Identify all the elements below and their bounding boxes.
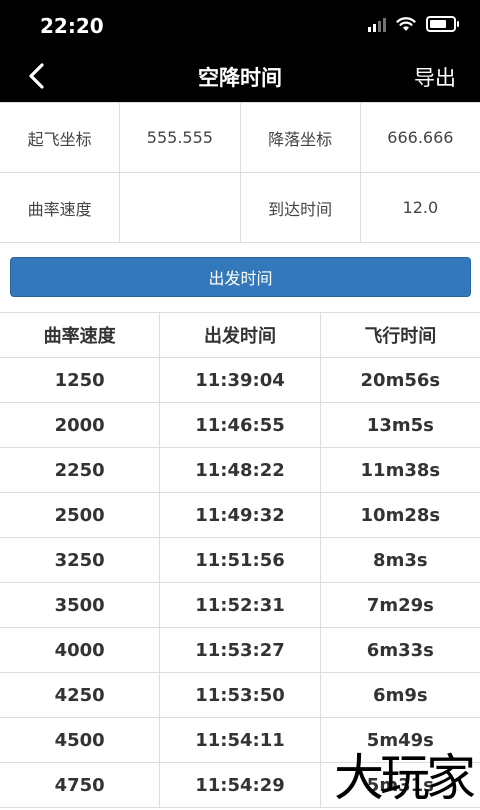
cell-departure-time: 11:54:11 bbox=[160, 718, 321, 762]
cell-flight-time: 6m33s bbox=[366, 639, 434, 661]
table-header: 曲率速度 出发时间 飞行时间 bbox=[0, 313, 480, 358]
signal-icon bbox=[368, 16, 386, 32]
info-grid: 起飞坐标 555.555 降落坐标 666.666 曲率速度 到达时间 12.0 bbox=[0, 102, 480, 243]
nav-bar: 空降时间 导出 bbox=[0, 50, 480, 102]
cell-curve-speed: 4000 bbox=[0, 628, 161, 672]
landing-value[interactable]: 666.666 bbox=[361, 103, 480, 172]
cell-curve-speed: 3250 bbox=[0, 538, 161, 582]
cell-curve-speed: 2500 bbox=[0, 493, 161, 537]
header-curve-speed: 曲率速度 bbox=[0, 313, 161, 357]
cell-flight-time: 10m28s bbox=[360, 504, 441, 526]
cell-flight-time: 6m9s bbox=[373, 684, 428, 706]
table-row: 2000 11:46:55 13m5s bbox=[0, 403, 480, 448]
table-row: 1250 11:39:04 20m56s bbox=[0, 358, 480, 403]
cell-departure-time: 11:52:31 bbox=[160, 583, 321, 627]
cell-departure-time: 11:48:22 bbox=[160, 448, 321, 492]
table-row: 2250 11:48:22 11m38s bbox=[0, 448, 480, 493]
cell-departure-time: 11:53:50 bbox=[160, 673, 321, 717]
cell-curve-speed: 3500 bbox=[0, 583, 161, 627]
cell-departure-time: 11:46:55 bbox=[160, 403, 321, 447]
cell-curve-speed: 2250 bbox=[0, 448, 161, 492]
cell-flight-time: 7m29s bbox=[366, 594, 434, 616]
cell-curve-speed: 1250 bbox=[0, 358, 161, 402]
cell-curve-speed: 2000 bbox=[0, 403, 161, 447]
cell-flight-time: 13m5s bbox=[366, 414, 434, 436]
status-icons bbox=[368, 16, 459, 32]
landing-label: 降落坐标 bbox=[241, 103, 361, 172]
takeoff-value[interactable]: 555.555 bbox=[120, 103, 241, 172]
table-row: 2500 11:49:32 10m28s bbox=[0, 493, 480, 538]
status-time: 22:20 bbox=[40, 14, 104, 38]
status-bar: 22:20 bbox=[0, 0, 480, 50]
header-flight-time: 飞行时间 bbox=[364, 326, 437, 347]
export-button[interactable]: 导出 bbox=[414, 62, 456, 92]
table-row: 4000 11:53:27 6m33s bbox=[0, 628, 480, 673]
takeoff-label: 起飞坐标 bbox=[0, 103, 121, 172]
cell-departure-time: 11:54:29 bbox=[160, 763, 321, 807]
cell-curve-speed: 4500 bbox=[0, 718, 161, 762]
table-row: 3500 11:52:31 7m29s bbox=[0, 583, 480, 628]
cell-departure-time: 11:49:32 bbox=[160, 493, 321, 537]
cell-flight-time: 11m38s bbox=[360, 459, 441, 481]
results-table: 曲率速度 出发时间 飞行时间 1250 11:39:04 20m56s 2000… bbox=[0, 312, 480, 808]
departure-time-button[interactable]: 出发时间 bbox=[10, 257, 471, 297]
info-row: 曲率速度 到达时间 12.0 bbox=[0, 173, 480, 243]
curve-speed-label: 曲率速度 bbox=[0, 173, 121, 242]
info-row: 起飞坐标 555.555 降落坐标 666.666 bbox=[0, 103, 480, 173]
battery-icon bbox=[426, 16, 459, 32]
watermark-logo: 大玩家 bbox=[334, 749, 476, 807]
table-row: 4250 11:53:50 6m9s bbox=[0, 673, 480, 718]
arrival-time-label: 到达时间 bbox=[241, 173, 361, 242]
cell-curve-speed: 4750 bbox=[0, 763, 161, 807]
cell-departure-time: 11:39:04 bbox=[160, 358, 321, 402]
cell-curve-speed: 4250 bbox=[0, 673, 161, 717]
curve-speed-value[interactable] bbox=[120, 173, 241, 242]
table-row: 3250 11:51:56 8m3s bbox=[0, 538, 480, 583]
cell-departure-time: 11:53:27 bbox=[160, 628, 321, 672]
header-departure-time: 出发时间 bbox=[160, 313, 321, 357]
cell-flight-time: 8m3s bbox=[373, 549, 428, 571]
cell-flight-time: 20m56s bbox=[360, 369, 441, 391]
wifi-icon bbox=[396, 17, 416, 31]
arrival-time-value[interactable]: 12.0 bbox=[361, 173, 480, 242]
page-title: 空降时间 bbox=[198, 66, 282, 90]
cell-departure-time: 11:51:56 bbox=[160, 538, 321, 582]
